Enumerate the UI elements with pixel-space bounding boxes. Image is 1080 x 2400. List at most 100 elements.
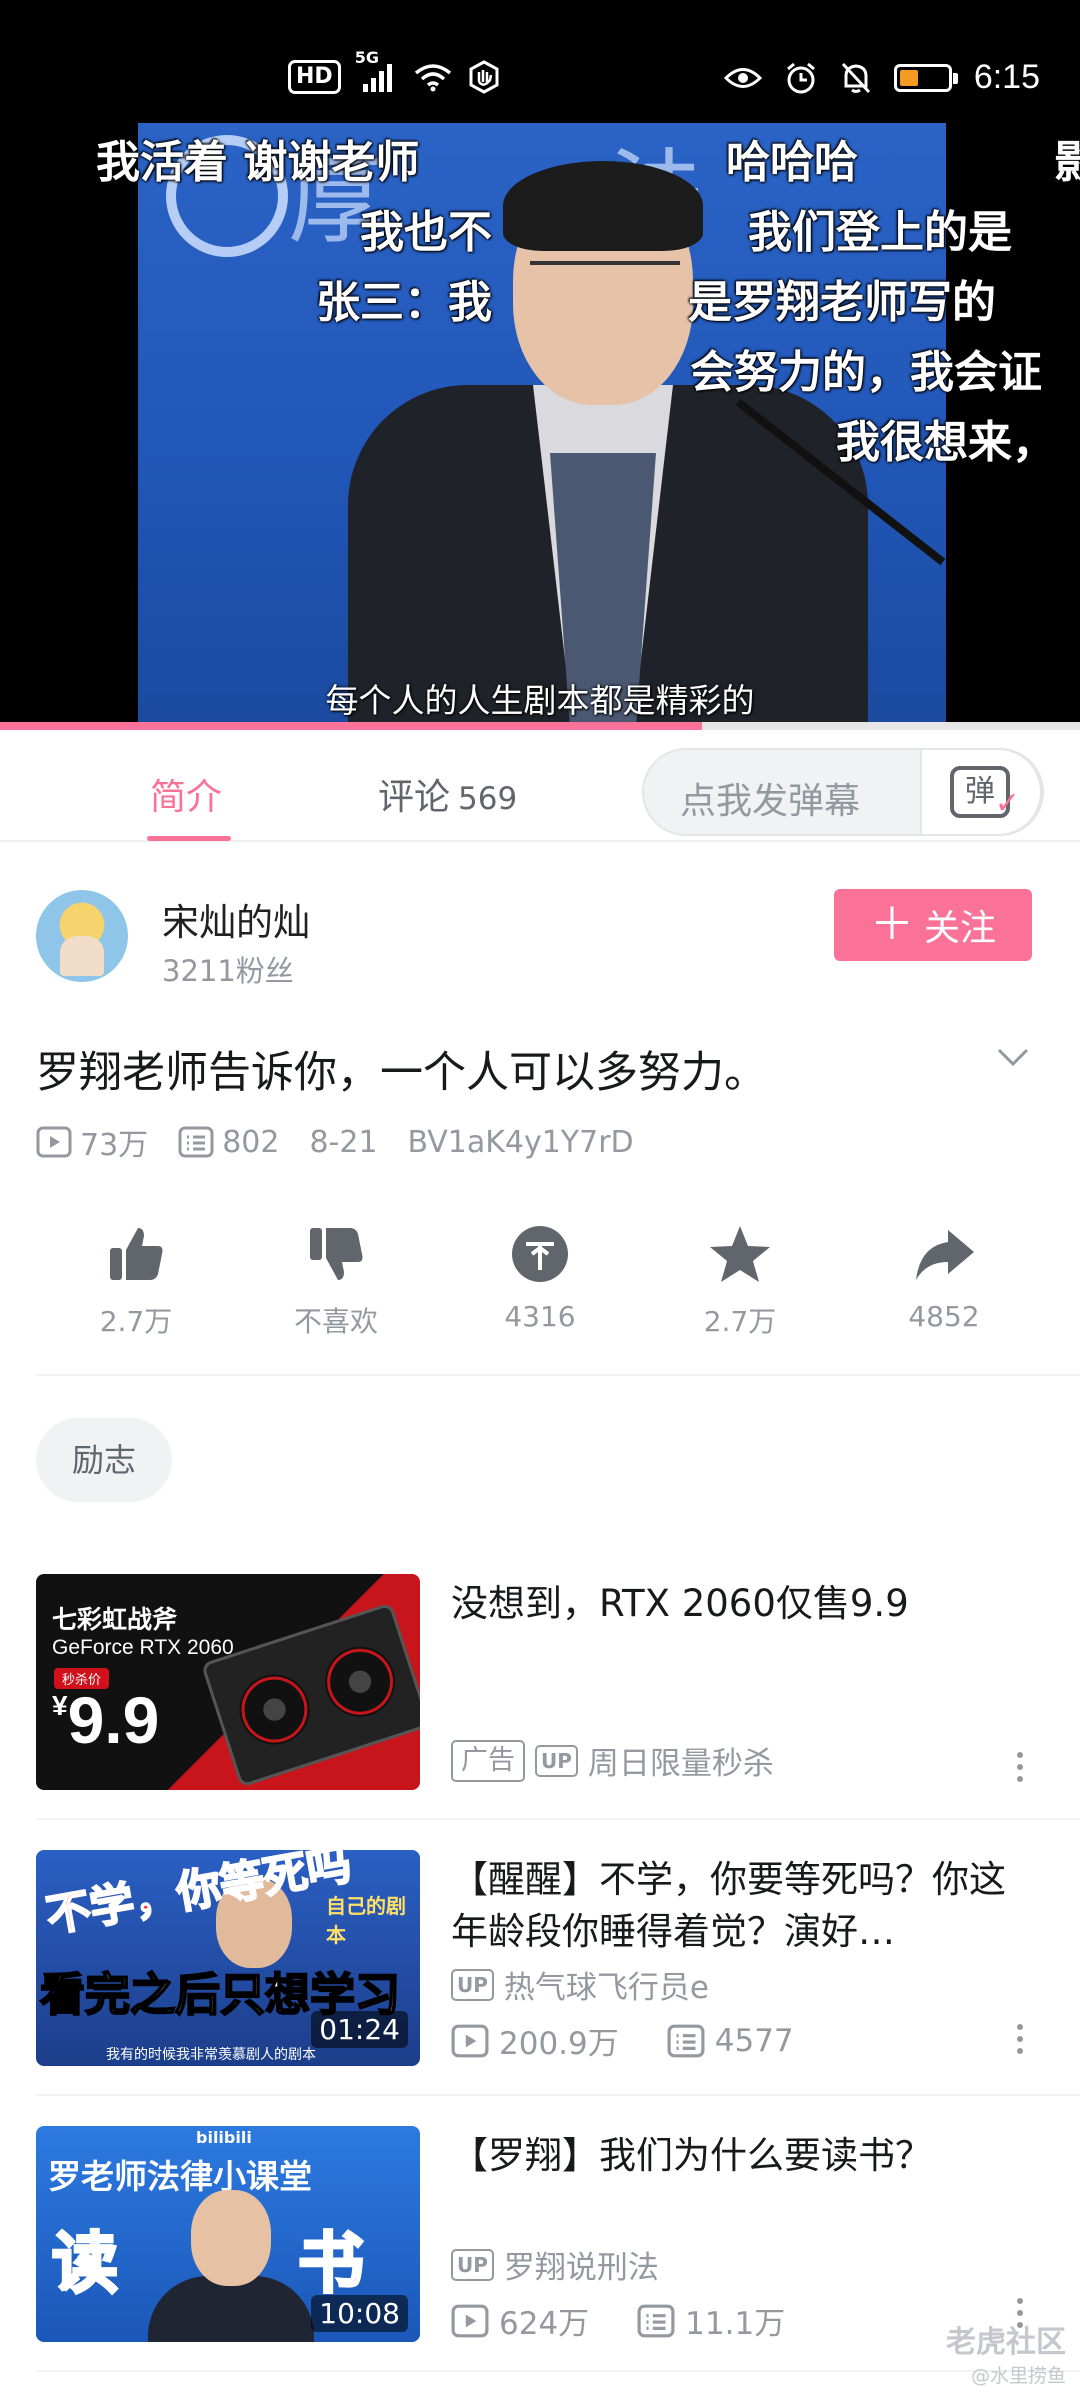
view-count: 624万 [451,2298,589,2343]
play-count-icon [451,2304,489,2337]
video-duration: 10:08 [311,2295,408,2332]
thumb-currency: ¥ [52,1690,68,1721]
lecturer-hair [503,161,703,251]
uploader-fans: 3211粉丝 [162,954,294,988]
recommendation-title[interactable]: 没想到，RTX 2060仅售9.9 [451,1578,1041,1630]
recommendation-thumbnail[interactable]: 不学，你等死吗 自己的剧本 看完之后只想学习 我有的时候我非常羡慕剧人的剧本 0… [36,1850,420,2066]
video-title: 罗翔老师告诉你，一个人可以多努力。 [36,1048,767,1098]
alarm-icon [786,62,815,93]
uploader-name: 罗翔说刑法 [503,2250,659,2286]
lecturer-glasses [530,261,680,295]
favorite-count: 2.7万 [703,1305,777,1338]
signal-icon: 5G [355,48,399,92]
danmaku-toggle-button[interactable]: 弹 [920,748,1042,836]
danmaku-count: 802 [178,1125,279,1160]
danmaku-item: 我们登上的是 [748,207,1012,258]
danmaku-count-value: 4577 [714,2022,794,2059]
danmaku-count-icon [637,2304,675,2337]
like-count: 2.7万 [99,1305,173,1338]
bvid: BV1aK4y1Y7rD [407,1124,634,1160]
dislike-label: 不喜欢 [293,1305,378,1338]
tab-comments[interactable]: 评论 569 [378,768,517,820]
recommendation-item[interactable]: bilibili 罗老师法律小课堂 读 书 10:08 【罗翔】我们为什么要读书… [0,2126,1080,2356]
tab-indicator [147,836,231,841]
danmaku-placeholder: 点我发弹幕 [680,781,861,822]
detail-tabs: 简介 评论 569 点我发弹幕 弹 [0,730,1080,842]
play-count-icon [36,1126,72,1158]
favorite-button[interactable]: 2.7万 [640,1222,840,1340]
video-player[interactable]: 厚 法 我活着 谢谢老师 哈哈哈 影 我也不 我们登上的是 张三：我 是罗翔老师… [0,118,1080,722]
thumb-text: 罗老师法律小课堂 [48,2157,312,2196]
watermark-title: 老虎社区 [946,2325,1066,2360]
recommendation-stats: 624万 11.1万 [451,2298,833,2343]
up-badge: UP [535,1744,578,1777]
follow-button[interactable]: ＋ 关注 [834,889,1032,961]
publish-date: 8-21 [309,1124,378,1160]
danmaku-icon: 弹 [950,766,1020,826]
more-options-icon[interactable] [1014,1752,1026,1792]
thumb-text: 七彩虹战斧 [52,1605,178,1634]
danmaku-item: 影 [1054,137,1080,188]
ad-badge: 广告 [451,1739,525,1782]
uploader-name[interactable]: 宋灿的灿 [162,892,310,946]
network-type: 5G [354,48,379,67]
dislike-button[interactable]: 不喜欢 [236,1222,436,1340]
danmaku-item: 哈哈哈 [726,137,858,188]
danmaku-item: 张三：我 [316,277,492,328]
coin-count: 4316 [504,1300,576,1333]
hd-icon: HD [288,60,341,94]
chevron-down-icon[interactable] [996,1040,1030,1074]
avatar[interactable] [36,890,128,982]
thumb-text: 读 [51,2223,120,2304]
thumb-face [191,2190,271,2286]
danmaku-item: 我活着 谢谢老师 [96,137,420,188]
recommendation-title[interactable]: 【罗翔】我们为什么要读书？ [451,2130,1041,2182]
recommendation-thumbnail[interactable]: bilibili 罗老师法律小课堂 读 书 10:08 [36,2126,420,2342]
plus-icon: ＋ [869,899,914,950]
thumb-price: ¥9.9 [52,1682,159,1758]
share-icon [916,1230,974,1280]
thumb-text: GeForce RTX 2060 [52,1636,234,1659]
like-icon [110,1228,163,1280]
recommendation-uploader: UP 热气球飞行员e [451,1962,709,2007]
recommendation-uploader: 广告 UP 周日限量秒杀 [451,1738,774,1783]
status-left: HD 5G [288,48,501,94]
video-subtitle: 每个人的人生剧本都是精彩的 [325,681,755,720]
danmaku-count: 11.1万 [637,2298,785,2343]
bilibili-logo: bilibili [196,2128,252,2147]
battery-icon [893,63,958,92]
clock: 6:15 [973,58,1040,96]
danmaku-count-icon [178,1126,214,1158]
recommendation-thumbnail[interactable]: 七彩虹战斧 GeForce RTX 2060 秒杀价 ¥9.9 [36,1574,420,1790]
video-progress-bar[interactable] [0,722,1080,730]
gpu-fan [230,1665,319,1754]
thumb-price-value: 9.9 [67,1683,160,1757]
tab-intro[interactable]: 简介 [150,768,222,820]
share-button[interactable]: 4852 [844,1222,1044,1333]
status-right: 6:15 [723,58,1040,97]
eye-icon [723,67,762,88]
share-count: 4852 [908,1300,980,1333]
danmaku-item: 会努力的，我会证 [690,347,1042,398]
divider [36,1818,1080,1820]
recommendation-item[interactable]: 七彩虹战斧 GeForce RTX 2060 秒杀价 ¥9.9 没想到，RTX … [0,1574,1080,1804]
like-button[interactable]: 2.7万 [36,1222,236,1340]
video-meta: 73万 802 8-21 BV1aK4y1Y7rD [36,1120,664,1164]
danmaku-count-icon [667,2024,705,2057]
up-badge: UP [451,1968,494,2001]
coin-button[interactable]: 4316 [440,1222,640,1333]
watermark: 老虎社区 @水里捞鱼 [946,2317,1066,2388]
watermark-handle: @水里捞鱼 [970,2365,1066,2387]
wifi-icon [414,64,451,92]
recommendation-item[interactable]: 不学，你等死吗 自己的剧本 看完之后只想学习 我有的时候我非常羡慕剧人的剧本 0… [0,1850,1080,2080]
danmaku-item: 我很想来， [836,417,1056,468]
video-progress-played [0,722,702,730]
recommendation-title[interactable]: 【醒醒】不学，你要等死吗？你这年龄段你睡得着觉？演好… [451,1854,1041,1958]
uploader-name: 周日限量秒杀 [587,1746,774,1782]
more-options-icon[interactable] [1014,2024,1026,2064]
tag-chip[interactable]: 励志 [36,1418,173,1502]
danmaku-input[interactable]: 点我发弹幕 弹 [642,748,1044,836]
thumb-text: 书 [297,2223,366,2304]
thumb-text: 自己的剧本 [326,1894,406,1947]
thumb-text: 不学，你等死吗 [42,1850,356,1943]
